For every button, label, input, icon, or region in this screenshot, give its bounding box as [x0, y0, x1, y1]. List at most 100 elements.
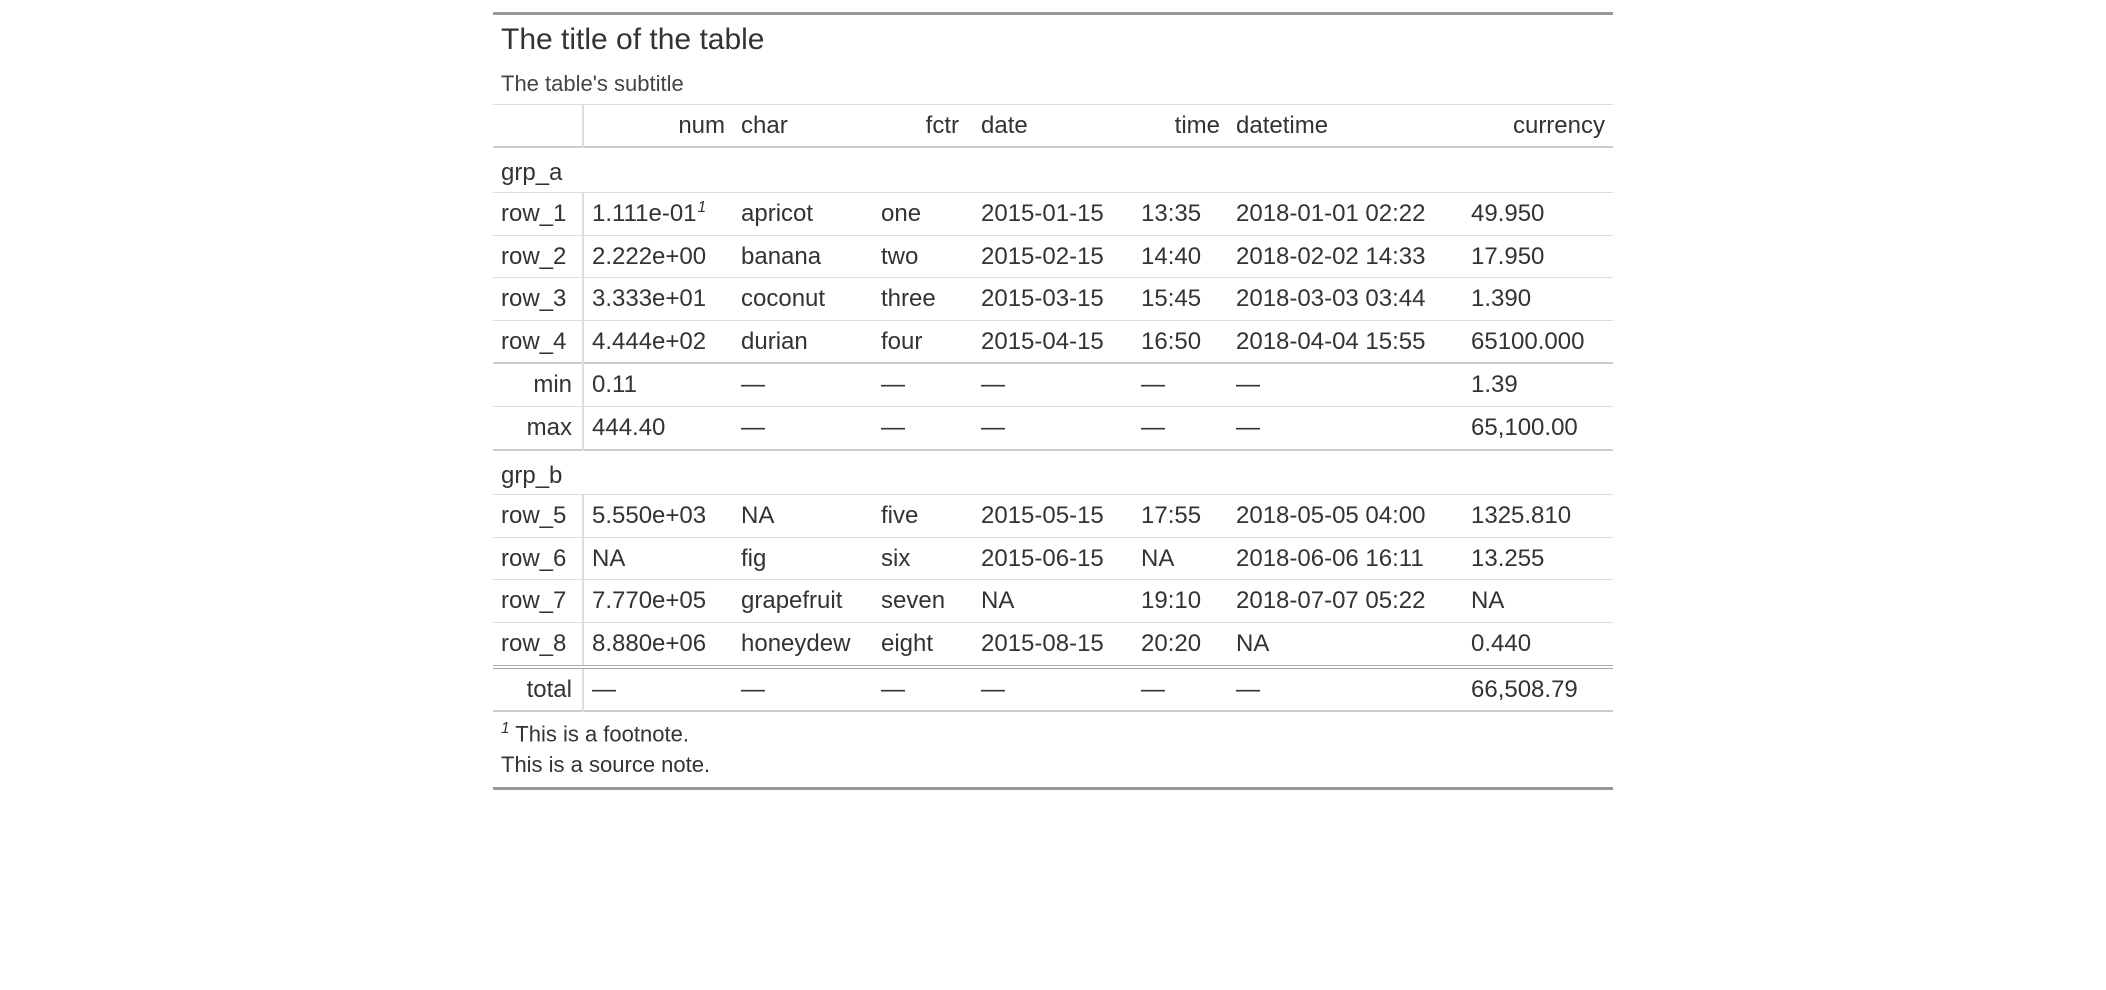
- data-table: The title of the table The table's subti…: [493, 12, 1613, 790]
- footnote-mark: 1: [501, 720, 510, 737]
- cell-num: —: [583, 667, 733, 712]
- cell-char: banana: [733, 235, 873, 278]
- cell-currency: 1.390: [1463, 278, 1613, 321]
- cell-time: —: [1133, 363, 1228, 406]
- cell-fctr: —: [873, 363, 973, 406]
- cell-char: —: [733, 363, 873, 406]
- cell-char: —: [733, 667, 873, 712]
- row-stub: row_4: [493, 320, 583, 363]
- stub-header: [493, 104, 583, 147]
- group-label: grp_b: [493, 450, 1613, 495]
- summary-row: min 0.11 — — — — — 1.39: [493, 363, 1613, 406]
- cell-date: 2015-03-15: [973, 278, 1133, 321]
- cell-num: 5.550e+03: [583, 495, 733, 538]
- cell-char: durian: [733, 320, 873, 363]
- cell-date: 2015-05-15: [973, 495, 1133, 538]
- cell-char: NA: [733, 495, 873, 538]
- cell-char: fig: [733, 537, 873, 580]
- source-note: This is a source note.: [501, 750, 1605, 781]
- cell-datetime: 2018-01-01 02:22: [1228, 192, 1463, 235]
- cell-datetime: —: [1228, 667, 1463, 712]
- col-fctr: fctr: [873, 104, 973, 147]
- cell-fctr: —: [873, 406, 973, 449]
- cell-num: NA: [583, 537, 733, 580]
- cell-fctr: two: [873, 235, 973, 278]
- cell-datetime: —: [1228, 363, 1463, 406]
- summary-stub: min: [493, 363, 583, 406]
- cell-date: —: [973, 667, 1133, 712]
- cell-datetime: —: [1228, 406, 1463, 449]
- table-container: The title of the table The table's subti…: [493, 12, 1613, 790]
- cell-num: 2.222e+00: [583, 235, 733, 278]
- cell-currency: 1.39: [1463, 363, 1613, 406]
- cell-currency: NA: [1463, 580, 1613, 623]
- cell-datetime: 2018-02-02 14:33: [1228, 235, 1463, 278]
- table-row: row_8 8.880e+06 honeydew eight 2015-08-1…: [493, 622, 1613, 666]
- cell-date: 2015-02-15: [973, 235, 1133, 278]
- group-label-row: grp_a: [493, 147, 1613, 192]
- cell-datetime: 2018-07-07 05:22: [1228, 580, 1463, 623]
- cell-date: 2015-01-15: [973, 192, 1133, 235]
- table-row: row_2 2.222e+00 banana two 2015-02-15 14…: [493, 235, 1613, 278]
- row-stub: row_3: [493, 278, 583, 321]
- cell-time: 14:40: [1133, 235, 1228, 278]
- cell-time: 13:35: [1133, 192, 1228, 235]
- cell-time: NA: [1133, 537, 1228, 580]
- cell-fctr: seven: [873, 580, 973, 623]
- grand-summary-stub: total: [493, 667, 583, 712]
- cell-time: 15:45: [1133, 278, 1228, 321]
- table-row: row_7 7.770e+05 grapefruit seven NA 19:1…: [493, 580, 1613, 623]
- cell-time: —: [1133, 406, 1228, 449]
- cell-time: 17:55: [1133, 495, 1228, 538]
- cell-datetime: NA: [1228, 622, 1463, 666]
- cell-char: apricot: [733, 192, 873, 235]
- cell-fctr: five: [873, 495, 973, 538]
- cell-date: 2015-08-15: [973, 622, 1133, 666]
- row-stub: row_7: [493, 580, 583, 623]
- footnote-mark: 1: [697, 199, 707, 216]
- cell-num: 4.444e+02: [583, 320, 733, 363]
- table-row: row_6 NA fig six 2015-06-15 NA 2018-06-0…: [493, 537, 1613, 580]
- col-num: num: [583, 104, 733, 147]
- cell-fctr: four: [873, 320, 973, 363]
- cell-time: 19:10: [1133, 580, 1228, 623]
- group-label: grp_a: [493, 147, 1613, 192]
- cell-datetime: 2018-03-03 03:44: [1228, 278, 1463, 321]
- table-subtitle: The table's subtitle: [493, 65, 1613, 104]
- row-stub: row_5: [493, 495, 583, 538]
- cell-date: 2015-06-15: [973, 537, 1133, 580]
- cell-num: 7.770e+05: [583, 580, 733, 623]
- column-header-row: num char fctr date time datetime currenc…: [493, 104, 1613, 147]
- cell-char: grapefruit: [733, 580, 873, 623]
- cell-time: —: [1133, 667, 1228, 712]
- cell-currency: 65100.000: [1463, 320, 1613, 363]
- col-date: date: [973, 104, 1133, 147]
- cell-char: honeydew: [733, 622, 873, 666]
- col-currency: currency: [1463, 104, 1613, 147]
- cell-num: 444.40: [583, 406, 733, 449]
- cell-datetime: 2018-05-05 04:00: [1228, 495, 1463, 538]
- cell-currency: 66,508.79: [1463, 667, 1613, 712]
- cell-num: 0.11: [583, 363, 733, 406]
- cell-currency: 13.255: [1463, 537, 1613, 580]
- cell-time: 20:20: [1133, 622, 1228, 666]
- table-title: The title of the table: [493, 14, 1613, 66]
- cell-date: NA: [973, 580, 1133, 623]
- cell-currency: 0.440: [1463, 622, 1613, 666]
- table-row: row_4 4.444e+02 durian four 2015-04-15 1…: [493, 320, 1613, 363]
- cell-fctr: one: [873, 192, 973, 235]
- table-row: row_3 3.333e+01 coconut three 2015-03-15…: [493, 278, 1613, 321]
- row-stub: row_8: [493, 622, 583, 666]
- table-row: row_5 5.550e+03 NA five 2015-05-15 17:55…: [493, 495, 1613, 538]
- group-label-row: grp_b: [493, 450, 1613, 495]
- cell-fctr: six: [873, 537, 973, 580]
- cell-fctr: eight: [873, 622, 973, 666]
- col-time: time: [1133, 104, 1228, 147]
- row-stub: row_1: [493, 192, 583, 235]
- footnote-text: This is a footnote.: [510, 721, 689, 746]
- cell-currency: 1325.810: [1463, 495, 1613, 538]
- cell-num: 3.333e+01: [583, 278, 733, 321]
- cell-datetime: 2018-04-04 15:55: [1228, 320, 1463, 363]
- summary-stub: max: [493, 406, 583, 449]
- cell-date: —: [973, 406, 1133, 449]
